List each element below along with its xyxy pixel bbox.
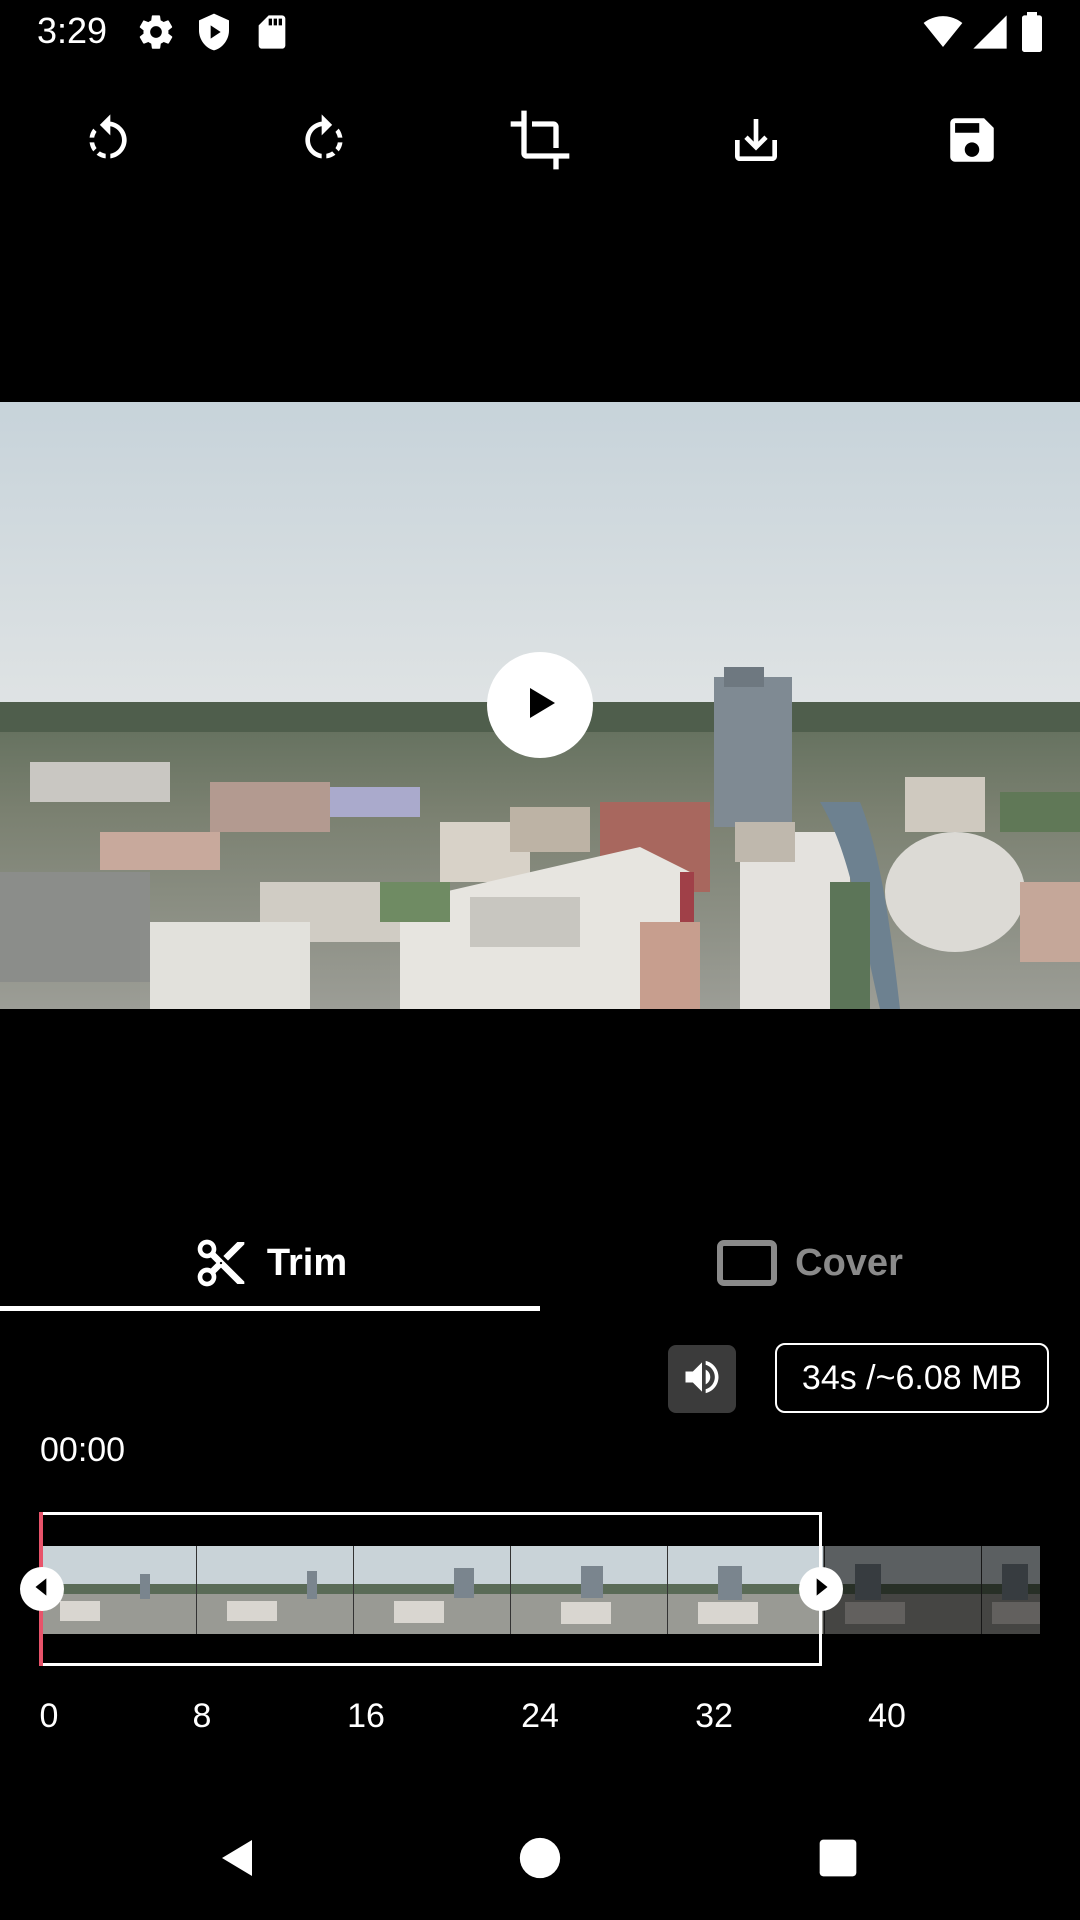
frame-icon bbox=[717, 1238, 778, 1288]
home-icon bbox=[518, 1836, 562, 1885]
shield-play-icon bbox=[194, 12, 234, 52]
tab-cover-label: Cover bbox=[795, 1241, 903, 1284]
current-time: 00:00 bbox=[40, 1431, 126, 1469]
rotate-left-icon bbox=[80, 112, 136, 173]
wifi-icon bbox=[921, 12, 965, 52]
nav-back-button[interactable] bbox=[198, 1820, 278, 1900]
scissors-icon bbox=[193, 1235, 249, 1291]
download-button[interactable] bbox=[714, 100, 798, 184]
gear-icon bbox=[136, 12, 176, 52]
tab-trim[interactable]: Trim bbox=[0, 1220, 540, 1306]
save-button[interactable] bbox=[930, 100, 1014, 184]
nav-recents-button[interactable] bbox=[798, 1820, 878, 1900]
duration-size-badge: 34s /~6.08 MB bbox=[775, 1343, 1049, 1413]
timeline-tick: 8 bbox=[192, 1697, 212, 1735]
volume-icon bbox=[680, 1355, 724, 1404]
volume-button[interactable] bbox=[668, 1345, 736, 1413]
timeline-unselected-overlay bbox=[823, 1546, 1040, 1634]
status-bar: 3:29 bbox=[0, 0, 1080, 62]
sd-card-icon bbox=[252, 12, 292, 52]
crop-button[interactable] bbox=[498, 100, 582, 184]
back-icon bbox=[214, 1834, 262, 1887]
play-icon bbox=[520, 683, 560, 728]
status-time: 3:29 bbox=[37, 10, 108, 51]
timeline-tick: 40 bbox=[868, 1697, 906, 1735]
trim-start-handle[interactable] bbox=[20, 1567, 64, 1611]
recents-icon bbox=[816, 1836, 860, 1885]
tab-trim-label: Trim bbox=[266, 1241, 348, 1284]
timeline-tick: 16 bbox=[347, 1697, 385, 1735]
timeline-tick: 0 bbox=[39, 1697, 59, 1735]
trim-selection-frame bbox=[39, 1512, 822, 1666]
rotate-right-icon bbox=[296, 112, 352, 173]
download-icon bbox=[728, 112, 784, 173]
rotate-left-button[interactable] bbox=[66, 100, 150, 184]
timeline-tick: 24 bbox=[521, 1697, 559, 1735]
tab-indicator bbox=[0, 1306, 540, 1311]
cell-signal-icon bbox=[970, 12, 1010, 52]
save-icon bbox=[943, 111, 1001, 174]
crop-icon bbox=[508, 108, 572, 177]
nav-home-button[interactable] bbox=[500, 1820, 580, 1900]
rotate-right-button[interactable] bbox=[282, 100, 366, 184]
chevron-right-icon bbox=[808, 1574, 834, 1605]
battery-icon bbox=[1018, 12, 1046, 52]
trim-end-handle[interactable] bbox=[799, 1567, 843, 1611]
chevron-left-icon bbox=[29, 1574, 55, 1605]
timeline-tick: 32 bbox=[695, 1697, 733, 1735]
play-button[interactable] bbox=[487, 652, 593, 758]
tab-cover[interactable]: Cover bbox=[540, 1220, 1080, 1306]
